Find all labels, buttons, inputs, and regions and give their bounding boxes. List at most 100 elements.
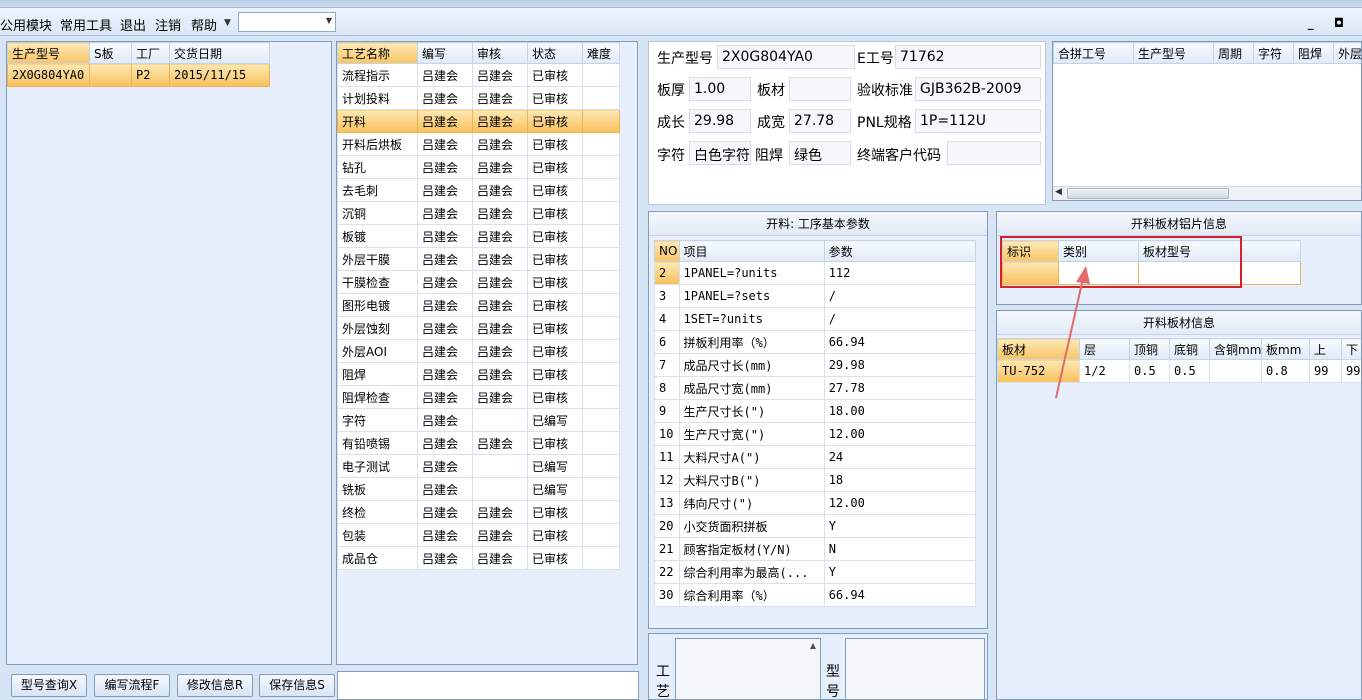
table-row[interactable]: 7 成品尺寸长(mm) 29.98 <box>654 353 977 377</box>
table-row[interactable]: 3 1PANEL=?sets / <box>654 284 977 308</box>
params-header-1[interactable]: 项目 <box>678 240 825 262</box>
model-query-button[interactable]: 型号查询X <box>11 674 87 697</box>
module-select[interactable]: ▼ <box>238 12 336 32</box>
eno-field[interactable]: 71762 <box>895 45 1041 69</box>
table-row[interactable]: 13 纬向尺寸(") 12.00 <box>654 491 977 515</box>
board-cell: 0.5 <box>1129 359 1170 383</box>
orders-header-2[interactable]: 工厂 <box>131 42 170 64</box>
table-row[interactable]: 终检 吕建会 吕建会 已审核 <box>337 500 620 524</box>
process-header-1[interactable]: 编写 <box>417 42 473 64</box>
table-row[interactable]: 6 拼板利用率（%） 66.94 <box>654 330 977 354</box>
customer-code-field[interactable] <box>947 141 1041 165</box>
process-table: 工艺名称 编写 审核 状态 难度 流程指示 吕建会 吕建会 已审核 计划投料 吕建会 吕建会 已审核开… <box>337 42 620 570</box>
table-row[interactable]: 板镀 吕建会 吕建会 已审核 <box>337 224 620 248</box>
table-row[interactable]: 电子测试 吕建会 已编写 <box>337 454 620 478</box>
pnl-label: PNL规格 <box>857 115 912 131</box>
chevron-down-icon[interactable]: ▼ <box>326 16 332 25</box>
scrollbar-thumb[interactable] <box>1067 188 1229 199</box>
orders-header-0[interactable]: 生产型号 <box>7 42 90 64</box>
table-row[interactable]: 沉铜 吕建会 吕建会 已审核 <box>337 201 620 225</box>
board-header-2[interactable]: 顶铜 <box>1129 338 1170 360</box>
table-row[interactable]: 开料后烘板 吕建会 吕建会 已审核 <box>337 132 620 156</box>
length-field[interactable]: 29.98 <box>689 109 751 133</box>
table-row[interactable]: 10 生产尺寸宽(") 12.00 <box>654 422 977 446</box>
notes-box[interactable] <box>337 671 639 700</box>
combined-header-0[interactable]: 合拼工号 <box>1053 42 1134 64</box>
combined-header-1[interactable]: 生产型号 <box>1133 42 1214 64</box>
combined-header-5[interactable]: 外层 <box>1333 42 1361 64</box>
params-header-0[interactable]: NO <box>654 240 680 262</box>
table-row[interactable]: 9 生产尺寸长(") 18.00 <box>654 399 977 423</box>
width-field[interactable]: 27.78 <box>789 109 851 133</box>
table-row[interactable]: 流程指示 吕建会 吕建会 已审核 <box>337 63 620 87</box>
table-row[interactable]: 21 顾客指定板材(Y/N) N <box>654 537 977 561</box>
material-field[interactable] <box>789 77 851 101</box>
scroll-left-icon[interactable]: ◀ <box>1055 187 1062 197</box>
process-cell: 字符 <box>337 408 418 432</box>
order-table: 生产型号 S板 工厂 交货日期 2X0G804YA0 P2 2015/11/15 <box>7 42 270 87</box>
mask-field[interactable]: 绿色 <box>789 141 851 165</box>
table-row[interactable]: 4 1SET=?units / <box>654 307 977 331</box>
help-dropdown-arrow-icon[interactable]: ▼ <box>224 18 231 28</box>
menu-common-tools[interactable]: 常用工具 <box>60 15 112 34</box>
menu-logout[interactable]: 注销 <box>155 15 181 34</box>
params-header-2[interactable]: 参数 <box>823 240 977 262</box>
combined-header-2[interactable]: 周期 <box>1213 42 1254 64</box>
table-row[interactable]: 钻孔 吕建会 吕建会 已审核 <box>337 155 620 179</box>
table-row[interactable]: 阻焊检查 吕建会 吕建会 已审核 <box>337 385 620 409</box>
table-row[interactable]: 20 小交货面积拼板 Y <box>654 514 977 538</box>
pnl-field[interactable]: 1P=112U <box>915 109 1041 133</box>
table-row[interactable]: 2 1PANEL=?units 112 <box>654 261 977 285</box>
table-row[interactable]: 计划投料 吕建会 吕建会 已审核 <box>337 86 620 110</box>
process-header-4[interactable]: 难度 <box>582 42 620 64</box>
craft-box[interactable]: ▲ <box>675 638 821 699</box>
write-process-button[interactable]: 编写流程F <box>94 674 170 697</box>
process-cell: 已审核 <box>527 155 583 179</box>
save-info-button[interactable]: 保存信息S <box>259 674 335 697</box>
board-header-5[interactable]: 板mm <box>1261 338 1310 360</box>
table-row[interactable]: 外层AOI 吕建会 吕建会 已审核 <box>337 339 620 363</box>
table-row[interactable]: 去毛刺 吕建会 吕建会 已审核 <box>337 178 620 202</box>
table-row[interactable]: 铣板 吕建会 已编写 <box>337 477 620 501</box>
table-row[interactable]: 成品仓 吕建会 吕建会 已审核 <box>337 546 620 570</box>
table-row[interactable]: 有铅喷锡 吕建会 吕建会 已审核 <box>337 431 620 455</box>
table-row[interactable]: 22 综合利用率为最高(... Y <box>654 560 977 584</box>
table-row[interactable]: 外层干膜 吕建会 吕建会 已审核 <box>337 247 620 271</box>
board-header-6[interactable]: 上 <box>1309 338 1342 360</box>
combined-header-3[interactable]: 字符 <box>1253 42 1294 64</box>
table-row[interactable]: 30 综合利用率（%） 66.94 <box>654 583 977 607</box>
board-header-7[interactable]: 下 <box>1341 338 1361 360</box>
thickness-field[interactable]: 1.00 <box>689 77 751 101</box>
modify-info-button[interactable]: 修改信息R <box>177 674 253 697</box>
scroll-up-icon[interactable]: ▲ <box>810 641 816 650</box>
table-row[interactable]: 图形电镀 吕建会 吕建会 已审核 <box>337 293 620 317</box>
character-field[interactable]: 白色字符 <box>689 141 751 165</box>
model-field[interactable]: 2X0G804YA0 <box>717 45 855 69</box>
table-row[interactable]: 包装 吕建会 吕建会 已审核 <box>337 523 620 547</box>
board-header-3[interactable]: 底铜 <box>1169 338 1210 360</box>
menu-exit[interactable]: 退出 <box>120 15 146 34</box>
table-row[interactable]: 阻焊 吕建会 吕建会 已审核 <box>337 362 620 386</box>
table-row[interactable]: 干膜检查 吕建会 吕建会 已审核 <box>337 270 620 294</box>
orders-header-1[interactable]: S板 <box>89 42 132 64</box>
table-row[interactable]: 开料 吕建会 吕建会 已审核 <box>337 109 620 133</box>
process-header-3[interactable]: 状态 <box>527 42 583 64</box>
standard-field[interactable]: GJB362B-2009 <box>915 77 1041 101</box>
table-row[interactable]: 字符 吕建会 已编写 <box>337 408 620 432</box>
table-row[interactable]: 11 大料尺寸A(") 24 <box>654 445 977 469</box>
model-box[interactable] <box>845 638 985 699</box>
table-row[interactable]: 8 成品尺寸宽(mm) 27.78 <box>654 376 977 400</box>
window-controls[interactable]: _ ◘ <box>1308 16 1352 30</box>
menu-public-modules[interactable]: 公用模块 <box>0 15 52 34</box>
board-header-4[interactable]: 含铜mm <box>1209 338 1262 360</box>
combined-horizontal-scrollbar[interactable]: ◀ <box>1053 186 1361 200</box>
table-row[interactable]: 12 大料尺寸B(") 18 <box>654 468 977 492</box>
table-row[interactable]: 2X0G804YA0 P2 2015/11/15 <box>7 63 270 87</box>
table-row[interactable]: 外层蚀刻 吕建会 吕建会 已审核 <box>337 316 620 340</box>
process-header-2[interactable]: 审核 <box>472 42 528 64</box>
combined-header-4[interactable]: 阻焊 <box>1293 42 1334 64</box>
menu-help[interactable]: 帮助 <box>191 15 217 34</box>
process-header-0[interactable]: 工艺名称 <box>337 42 418 64</box>
orders-header-3[interactable]: 交货日期 <box>169 42 270 64</box>
params-cell: 66.94 <box>823 583 977 607</box>
